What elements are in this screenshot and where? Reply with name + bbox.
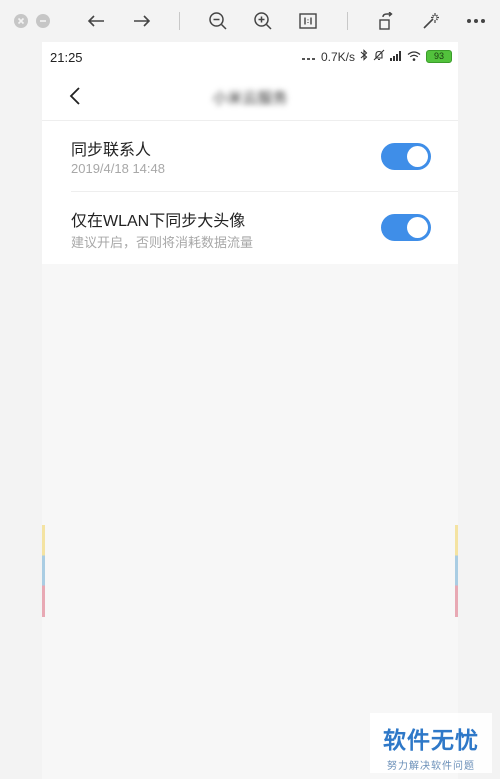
setting-subtitle: 2019/4/18 14:48	[71, 161, 165, 176]
magic-wand-icon[interactable]	[419, 8, 443, 34]
watermark-main-text: 软件无忧	[383, 727, 479, 753]
network-speed: 0.7K/s	[320, 49, 355, 64]
battery-indicator: 93	[426, 50, 452, 63]
arrow-right-icon[interactable]	[130, 8, 154, 34]
cell-signal-icon	[390, 50, 402, 64]
minimize-window-icon[interactable]	[34, 8, 52, 34]
wifi-icon	[407, 50, 421, 64]
status-time: 21:25	[50, 50, 83, 65]
silent-bell-icon	[373, 49, 385, 64]
status-bar: 21:25 0.7K/s 93	[42, 42, 458, 72]
actual-size-icon[interactable]	[296, 8, 320, 34]
setting-title: 仅在WLAN下同步大头像	[71, 213, 246, 230]
toolbar-divider	[347, 12, 348, 30]
rotate-icon[interactable]	[374, 8, 398, 34]
zoom-in-icon[interactable]	[251, 8, 275, 34]
more-icon[interactable]	[464, 8, 488, 34]
setting-title: 同步联系人	[71, 142, 152, 159]
sync-contacts-toggle[interactable]	[381, 143, 431, 170]
wlan-avatar-toggle[interactable]	[381, 214, 431, 241]
setting-row-wlan-avatar[interactable]: 仅在WLAN下同步大头像 建议开启，否则将消耗数据流量	[71, 192, 458, 264]
zoom-out-icon[interactable]	[206, 8, 230, 34]
page-title: 小米云服务	[212, 90, 288, 107]
toggle-knob	[407, 146, 428, 167]
decorative-stripe-right	[455, 525, 458, 617]
toolbar-divider	[179, 12, 180, 30]
toggle-knob	[407, 217, 428, 238]
status-icons: 0.7K/s 93	[301, 49, 452, 64]
watermark-sub-text: 努力解决软件问题	[387, 761, 475, 772]
settings-list: 同步联系人 2019/4/18 14:48 仅在WLAN下同步大头像 建议开启，…	[42, 121, 458, 264]
decorative-stripe-left	[42, 525, 45, 617]
page-header: 小米云服务	[42, 72, 458, 121]
setting-subtitle: 建议开启，否则将消耗数据流量	[71, 235, 254, 250]
close-window-icon[interactable]	[12, 8, 30, 34]
viewer-toolbar	[0, 0, 500, 42]
signal-dots-icon	[301, 50, 316, 64]
watermark-logo: 软件无忧 努力解决软件问题	[370, 713, 492, 773]
phone-screen: 21:25 0.7K/s 93 小米云服务 同步联系人 2019/4/18 14…	[42, 42, 458, 779]
arrow-left-icon[interactable]	[84, 8, 108, 34]
bluetooth-icon	[360, 49, 368, 64]
setting-row-sync-contacts[interactable]: 同步联系人 2019/4/18 14:48	[71, 121, 458, 192]
